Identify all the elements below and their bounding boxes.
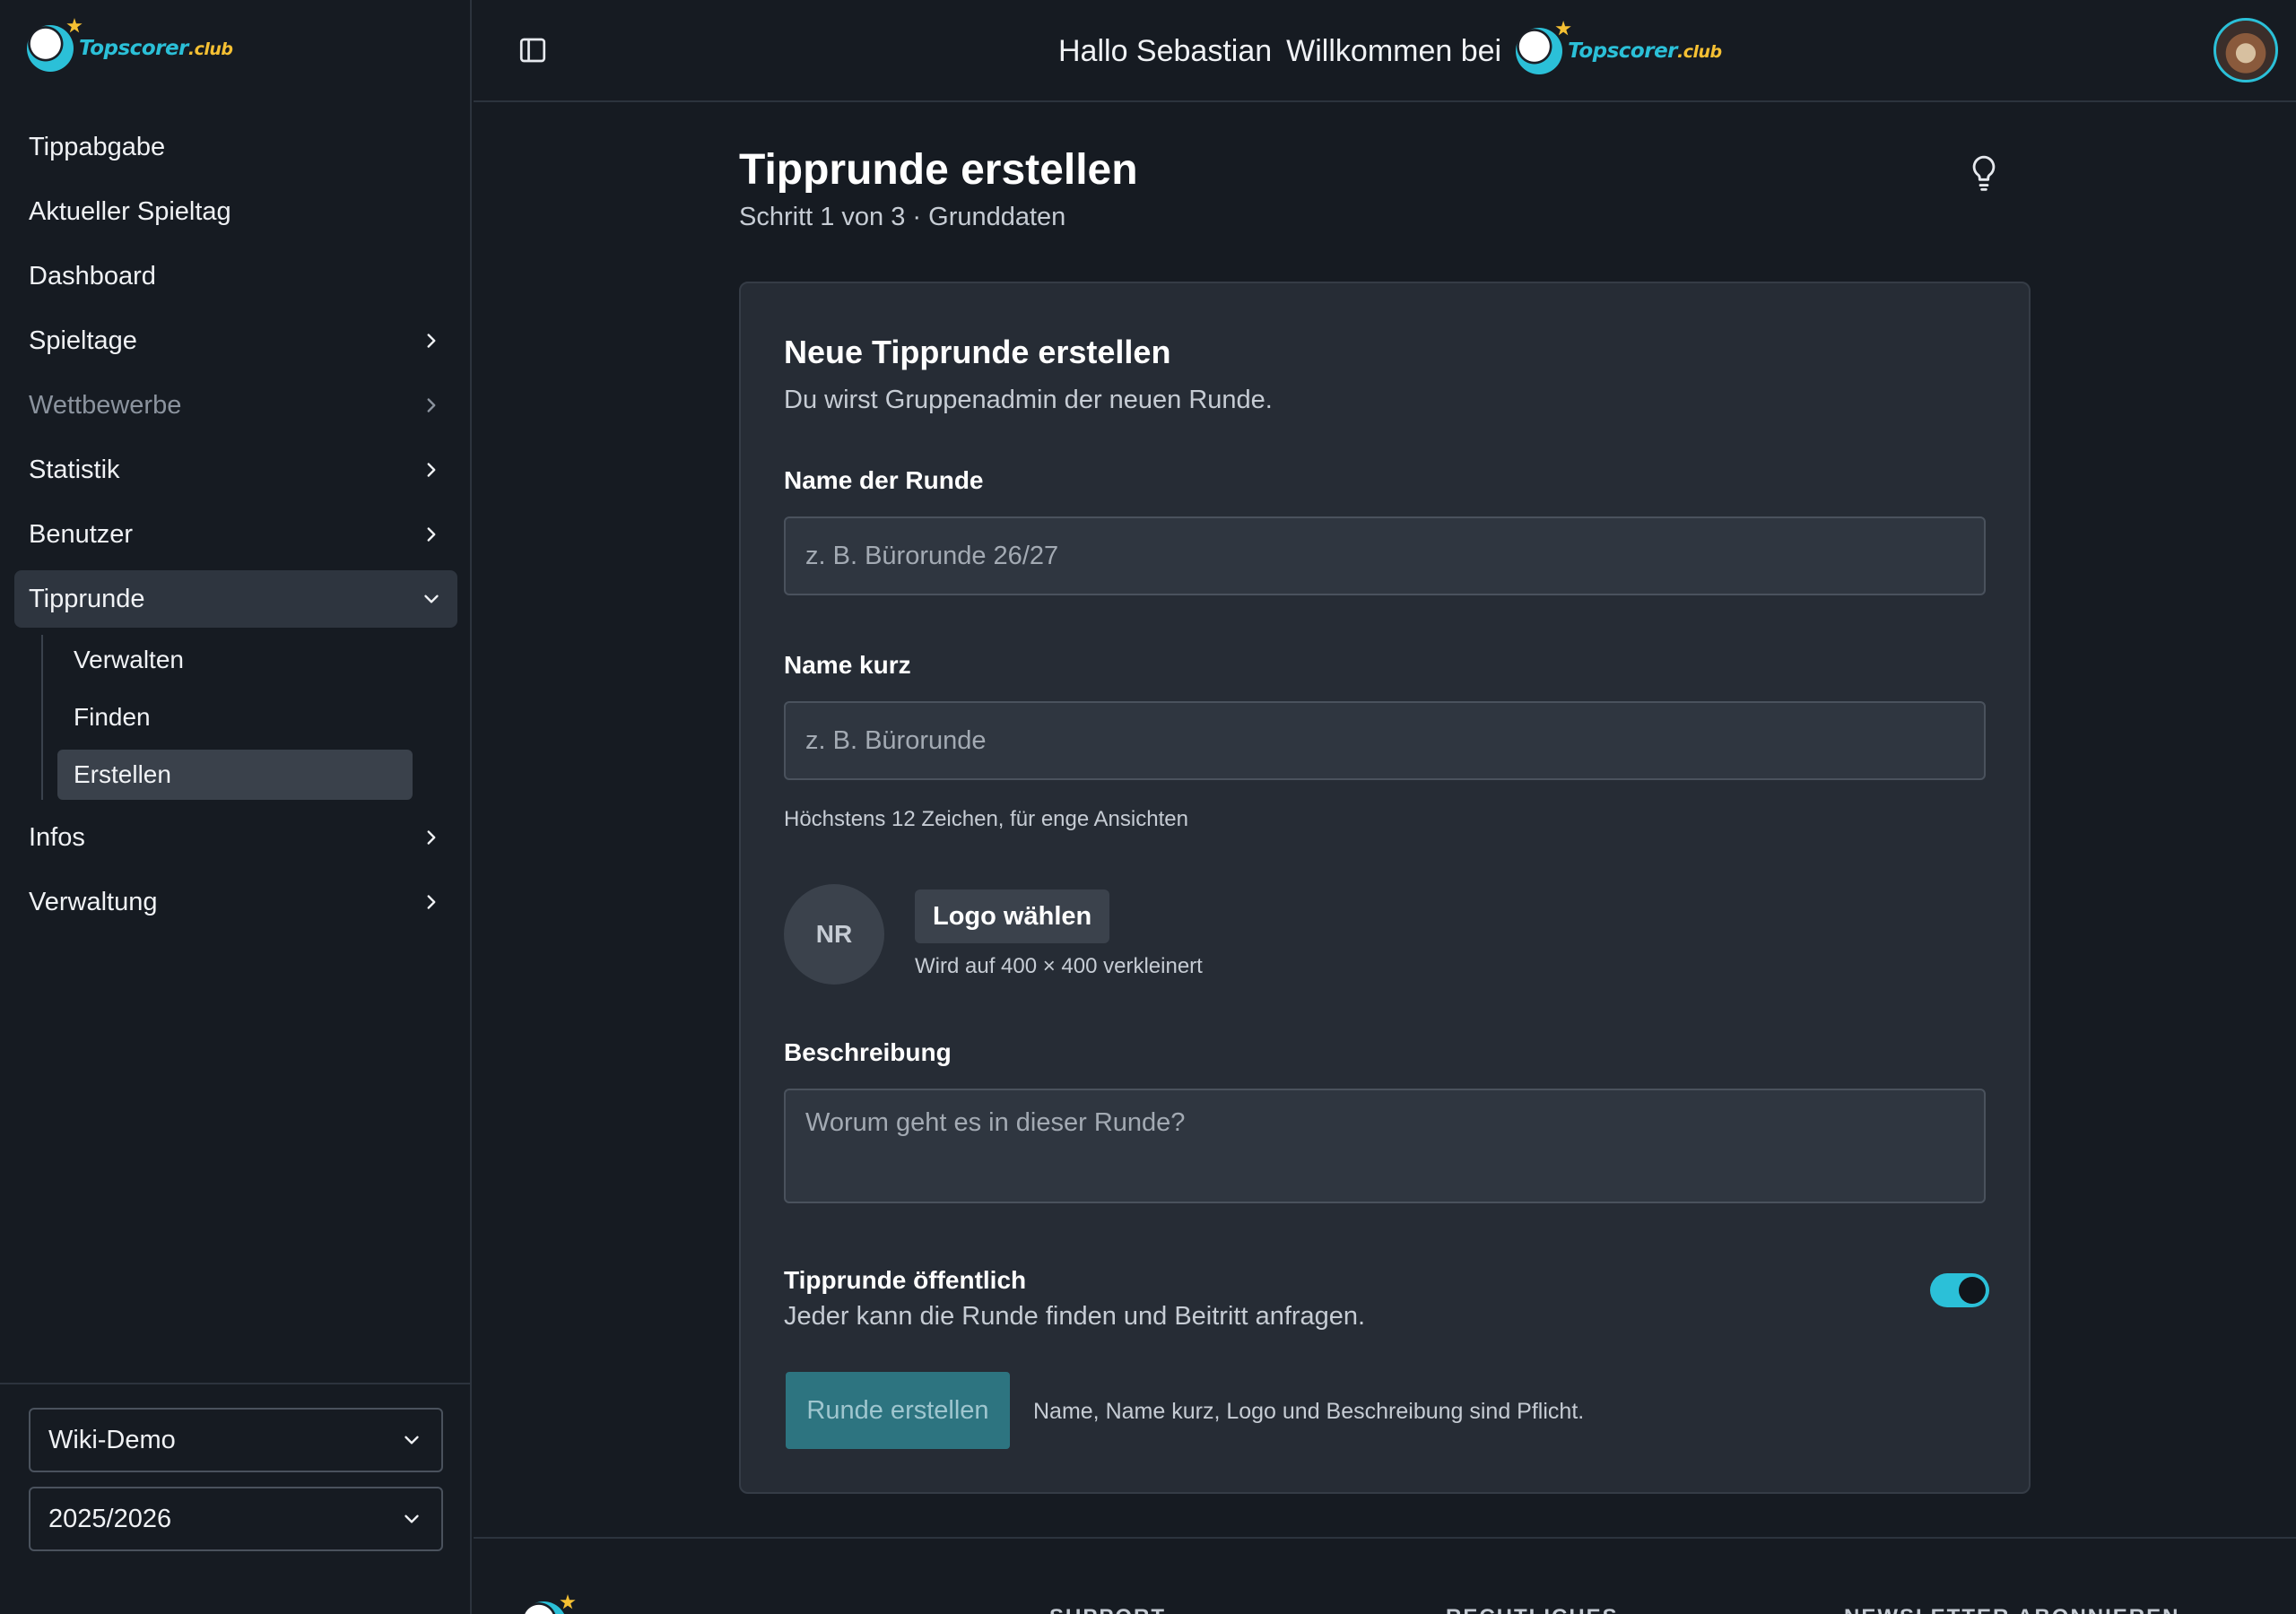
sidebar-subitem-label: Finden [74, 703, 151, 731]
description-label: Beschreibung [784, 1038, 952, 1066]
round-name-label: Name der Runde [784, 466, 984, 494]
brand-logo-text: Topscorer.club [1568, 39, 1722, 63]
round-name-input[interactable] [784, 516, 1986, 595]
sidebar-item-label: Statistik [29, 455, 120, 484]
sidebar-nav: Tippabgabe Aktueller Spieltag Dashboard … [14, 118, 457, 938]
sidebar-item-label: Spieltage [29, 325, 137, 355]
sidebar-item-label: Aktueller Spieltag [29, 196, 231, 226]
chevron-right-icon [427, 830, 436, 845]
sidebar-item-benutzer[interactable]: Benutzer [14, 506, 457, 563]
sidebar-item-statistik[interactable]: Statistik [14, 441, 457, 499]
public-toggle-switch[interactable] [1930, 1273, 1989, 1307]
sidebar-item-spieltage[interactable]: Spieltage [14, 312, 457, 369]
chevron-right-icon [427, 527, 436, 542]
top-header: Hallo Sebastian Willkommen bei Topscorer… [474, 0, 2296, 102]
panel-toggle-icon[interactable] [517, 34, 549, 66]
header-greeting: Hallo Sebastian Willkommen bei Topscorer… [1058, 20, 1722, 82]
short-name-label: Name kurz [784, 651, 911, 679]
sidebar-item-dashboard[interactable]: Dashboard [14, 247, 457, 305]
sidebar-item-tipprunde[interactable]: Tipprunde [14, 570, 457, 628]
header-brand-logo: Topscorer.club [1516, 28, 1722, 74]
required-fields-hint: Name, Name kurz, Logo und Beschreibung s… [1033, 1399, 1585, 1424]
public-toggle-label: Tipprunde öffentlich [784, 1266, 1027, 1294]
create-round-form-card: Neue Tipprunde erstellen Du wirst Gruppe… [739, 282, 2031, 1494]
league-select[interactable]: Wiki-Demo [29, 1408, 443, 1472]
chevron-down-icon [404, 1436, 419, 1445]
sidebar-subitem-finden[interactable]: Finden [57, 692, 413, 742]
greeting-text: Hallo Sebastian [1058, 33, 1273, 68]
public-toggle-description: Jeder kann die Runde finden und Beitritt… [784, 1302, 1366, 1331]
chevron-right-icon [427, 895, 436, 909]
chevron-right-icon [427, 334, 436, 348]
brand-logo[interactable]: Topscorer.club [27, 25, 233, 72]
toggle-knob [1959, 1277, 1986, 1304]
form-subtitle: Du wirst Gruppenadmin der neuen Runde. [784, 386, 1273, 414]
season-select[interactable]: 2025/2026 [29, 1487, 443, 1551]
short-name-input[interactable] [784, 701, 1986, 780]
page-title: Tipprunde erstellen [739, 146, 1138, 194]
sidebar-item-wettbewerbe[interactable]: Wettbewerbe [14, 377, 457, 434]
page-step-indicator: Schritt 1 von 3 · Grunddaten [739, 203, 1066, 231]
short-name-hint: Höchstens 12 Zeichen, für enge Ansichten [784, 807, 1188, 831]
footer-heading-newsletter: NEWSLETTER ABONNIEREN [1844, 1605, 2179, 1614]
sidebar-subitem-label: Erstellen [74, 760, 171, 788]
sidebar-subitem-label: Verwalten [74, 646, 184, 673]
lightbulb-icon[interactable] [1966, 154, 2002, 194]
sidebar-subitem-verwalten[interactable]: Verwalten [57, 635, 413, 685]
league-select-value: Wiki-Demo [48, 1425, 176, 1454]
page-footer: SUPPORT RECHTLICHES NEWSLETTER ABONNIERE… [474, 1537, 2296, 1614]
sidebar-item-label: Benutzer [29, 519, 134, 549]
sidebar-subitem-erstellen[interactable]: Erstellen [57, 750, 413, 800]
description-textarea[interactable] [784, 1089, 1986, 1203]
choose-logo-button[interactable]: Logo wählen [915, 889, 1110, 943]
sidebar-item-label: Infos [29, 822, 85, 852]
footer-brand-logo [520, 1601, 567, 1614]
chevron-down-icon [404, 1514, 419, 1523]
avatar[interactable] [2213, 18, 2278, 82]
soccer-ball-logo-icon [1516, 28, 1563, 74]
main-content: Tipprunde erstellen Schritt 1 von 3 · Gr… [474, 104, 2296, 1539]
sidebar-item-infos[interactable]: Infos [14, 809, 457, 866]
sidebar-bottom-controls: Wiki-Demo 2025/2026 [0, 1383, 470, 1614]
welcome-text: Willkommen bei [1286, 33, 1502, 68]
brand-logo-text: Topscorer.club [79, 37, 233, 60]
sidebar-item-verwaltung[interactable]: Verwaltung [14, 873, 457, 931]
sidebar-item-tippabgabe[interactable]: Tippabgabe [14, 118, 457, 176]
logo-initials: NR [815, 920, 853, 948]
sidebar-item-label: Tipprunde [29, 584, 145, 613]
season-select-value: 2025/2026 [48, 1504, 172, 1533]
sidebar-item-label: Dashboard [29, 261, 156, 291]
soccer-ball-logo-icon [520, 1601, 567, 1614]
logo-size-hint: Wird auf 400 × 400 verkleinert [915, 954, 1203, 978]
sidebar-item-label: Tippabgabe [29, 132, 166, 161]
sidebar-item-label: Wettbewerbe [29, 390, 182, 420]
round-logo-placeholder: NR [784, 884, 884, 985]
create-round-button[interactable]: Runde erstellen [786, 1372, 1010, 1449]
sidebar: Topscorer.club Tippabgabe Aktueller Spie… [0, 0, 472, 1614]
chevron-down-icon [424, 594, 439, 603]
chevron-right-icon [427, 398, 436, 412]
footer-heading-support: SUPPORT [1049, 1605, 1166, 1614]
sidebar-submenu-tipprunde: Verwalten Finden Erstellen [41, 635, 457, 800]
chevron-right-icon [427, 463, 436, 477]
soccer-ball-logo-icon [27, 25, 74, 72]
sidebar-item-label: Verwaltung [29, 887, 158, 916]
form-title: Neue Tipprunde erstellen [784, 334, 1171, 370]
sidebar-item-aktueller-spieltag[interactable]: Aktueller Spieltag [14, 183, 457, 240]
footer-heading-legal: RECHTLICHES [1446, 1605, 1619, 1614]
